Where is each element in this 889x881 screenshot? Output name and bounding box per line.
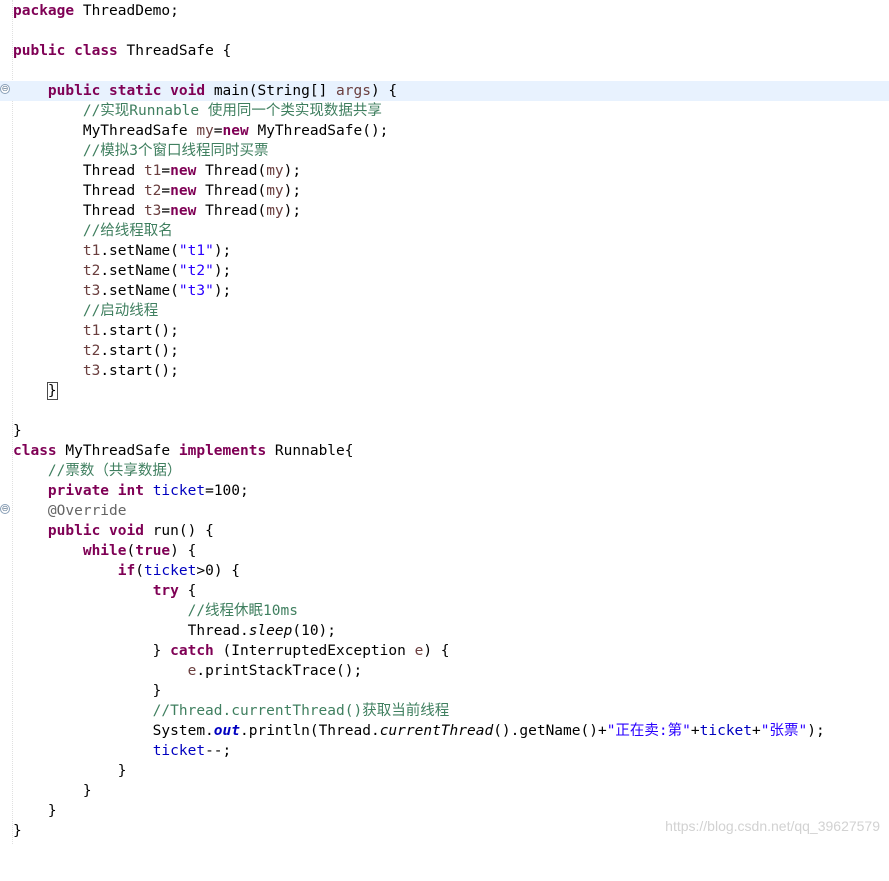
code-line-17: t1.start(); — [82, 323, 179, 339]
code-line-9: Thread t1=new Thread(my); — [13, 163, 302, 179]
code-line-7: MyThreadSafe my=new MyThreadSafe(); — [13, 123, 389, 139]
code-line-1: package ThreadDemo; — [13, 3, 179, 19]
code-line-38: ticket--; — [152, 743, 232, 759]
code-line-32: Thread.sleep(10); — [13, 623, 337, 639]
code-line-11: Thread t3=new Thread(my); — [13, 203, 302, 219]
code-area[interactable]: package ThreadDemo; public class ThreadS… — [0, 0, 889, 844]
code-line-30: try { — [152, 583, 197, 599]
code-line-20: } — [0, 381, 889, 401]
code-line-5-current: ⊖ public static void main(String[] args)… — [0, 81, 889, 101]
code-line-10: Thread t2=new Thread(my); — [13, 183, 302, 199]
code-line-19: t3.start(); — [82, 363, 179, 379]
watermark-text: https://blog.csdn.net/qq_39627579 — [665, 818, 880, 834]
code-editor[interactable]: package ThreadDemo; public class ThreadS… — [0, 0, 889, 844]
code-line-40: } — [13, 783, 92, 799]
code-line-33: } catch (InterruptedException e) { — [13, 643, 450, 659]
code-line-37: System.out.println(Thread.currentThread(… — [13, 723, 825, 739]
code-line-6: //实现Runnable 使用同一个类实现数据共享 — [13, 103, 382, 119]
matching-brace-highlight: } — [46, 382, 58, 400]
code-line-3: public class ThreadSafe { — [13, 43, 232, 59]
code-line-14: t2.setName("t2"); — [82, 263, 232, 279]
code-line-23: class MyThreadSafe implements Runnable{ — [13, 443, 354, 459]
code-line-8: //模拟3个窗口线程同时买票 — [13, 143, 269, 159]
code-line-22: } — [13, 423, 22, 439]
code-line-18: t2.start(); — [82, 343, 179, 359]
code-line-36: //Thread.currentThread()获取当前线程 — [13, 703, 450, 719]
code-line-31: //线程休眠10ms — [13, 603, 298, 619]
code-line-12: //给线程取名 — [13, 223, 173, 239]
code-line-15: t3.setName("t3"); — [82, 283, 232, 299]
code-line-28: while(true) { — [82, 543, 197, 559]
code-line-34: e.printStackTrace(); — [187, 663, 363, 679]
code-line-16: //启动线程 — [13, 303, 159, 319]
code-line-29: if(ticket>0) { — [117, 563, 241, 579]
code-line-35: } — [13, 683, 162, 699]
code-line-27: public void run() { — [47, 523, 214, 539]
collapse-fold-icon[interactable]: ⊖ — [0, 504, 10, 514]
collapse-fold-icon[interactable]: ⊖ — [0, 84, 10, 94]
code-line-25: private int ticket=100; — [47, 483, 249, 499]
code-line-13: t1.setName("t1"); — [82, 243, 232, 259]
code-line-24: //票数（共享数据） — [13, 463, 182, 479]
code-line-26: ⊖ @Override — [0, 503, 127, 519]
code-line-39: } — [13, 763, 127, 779]
